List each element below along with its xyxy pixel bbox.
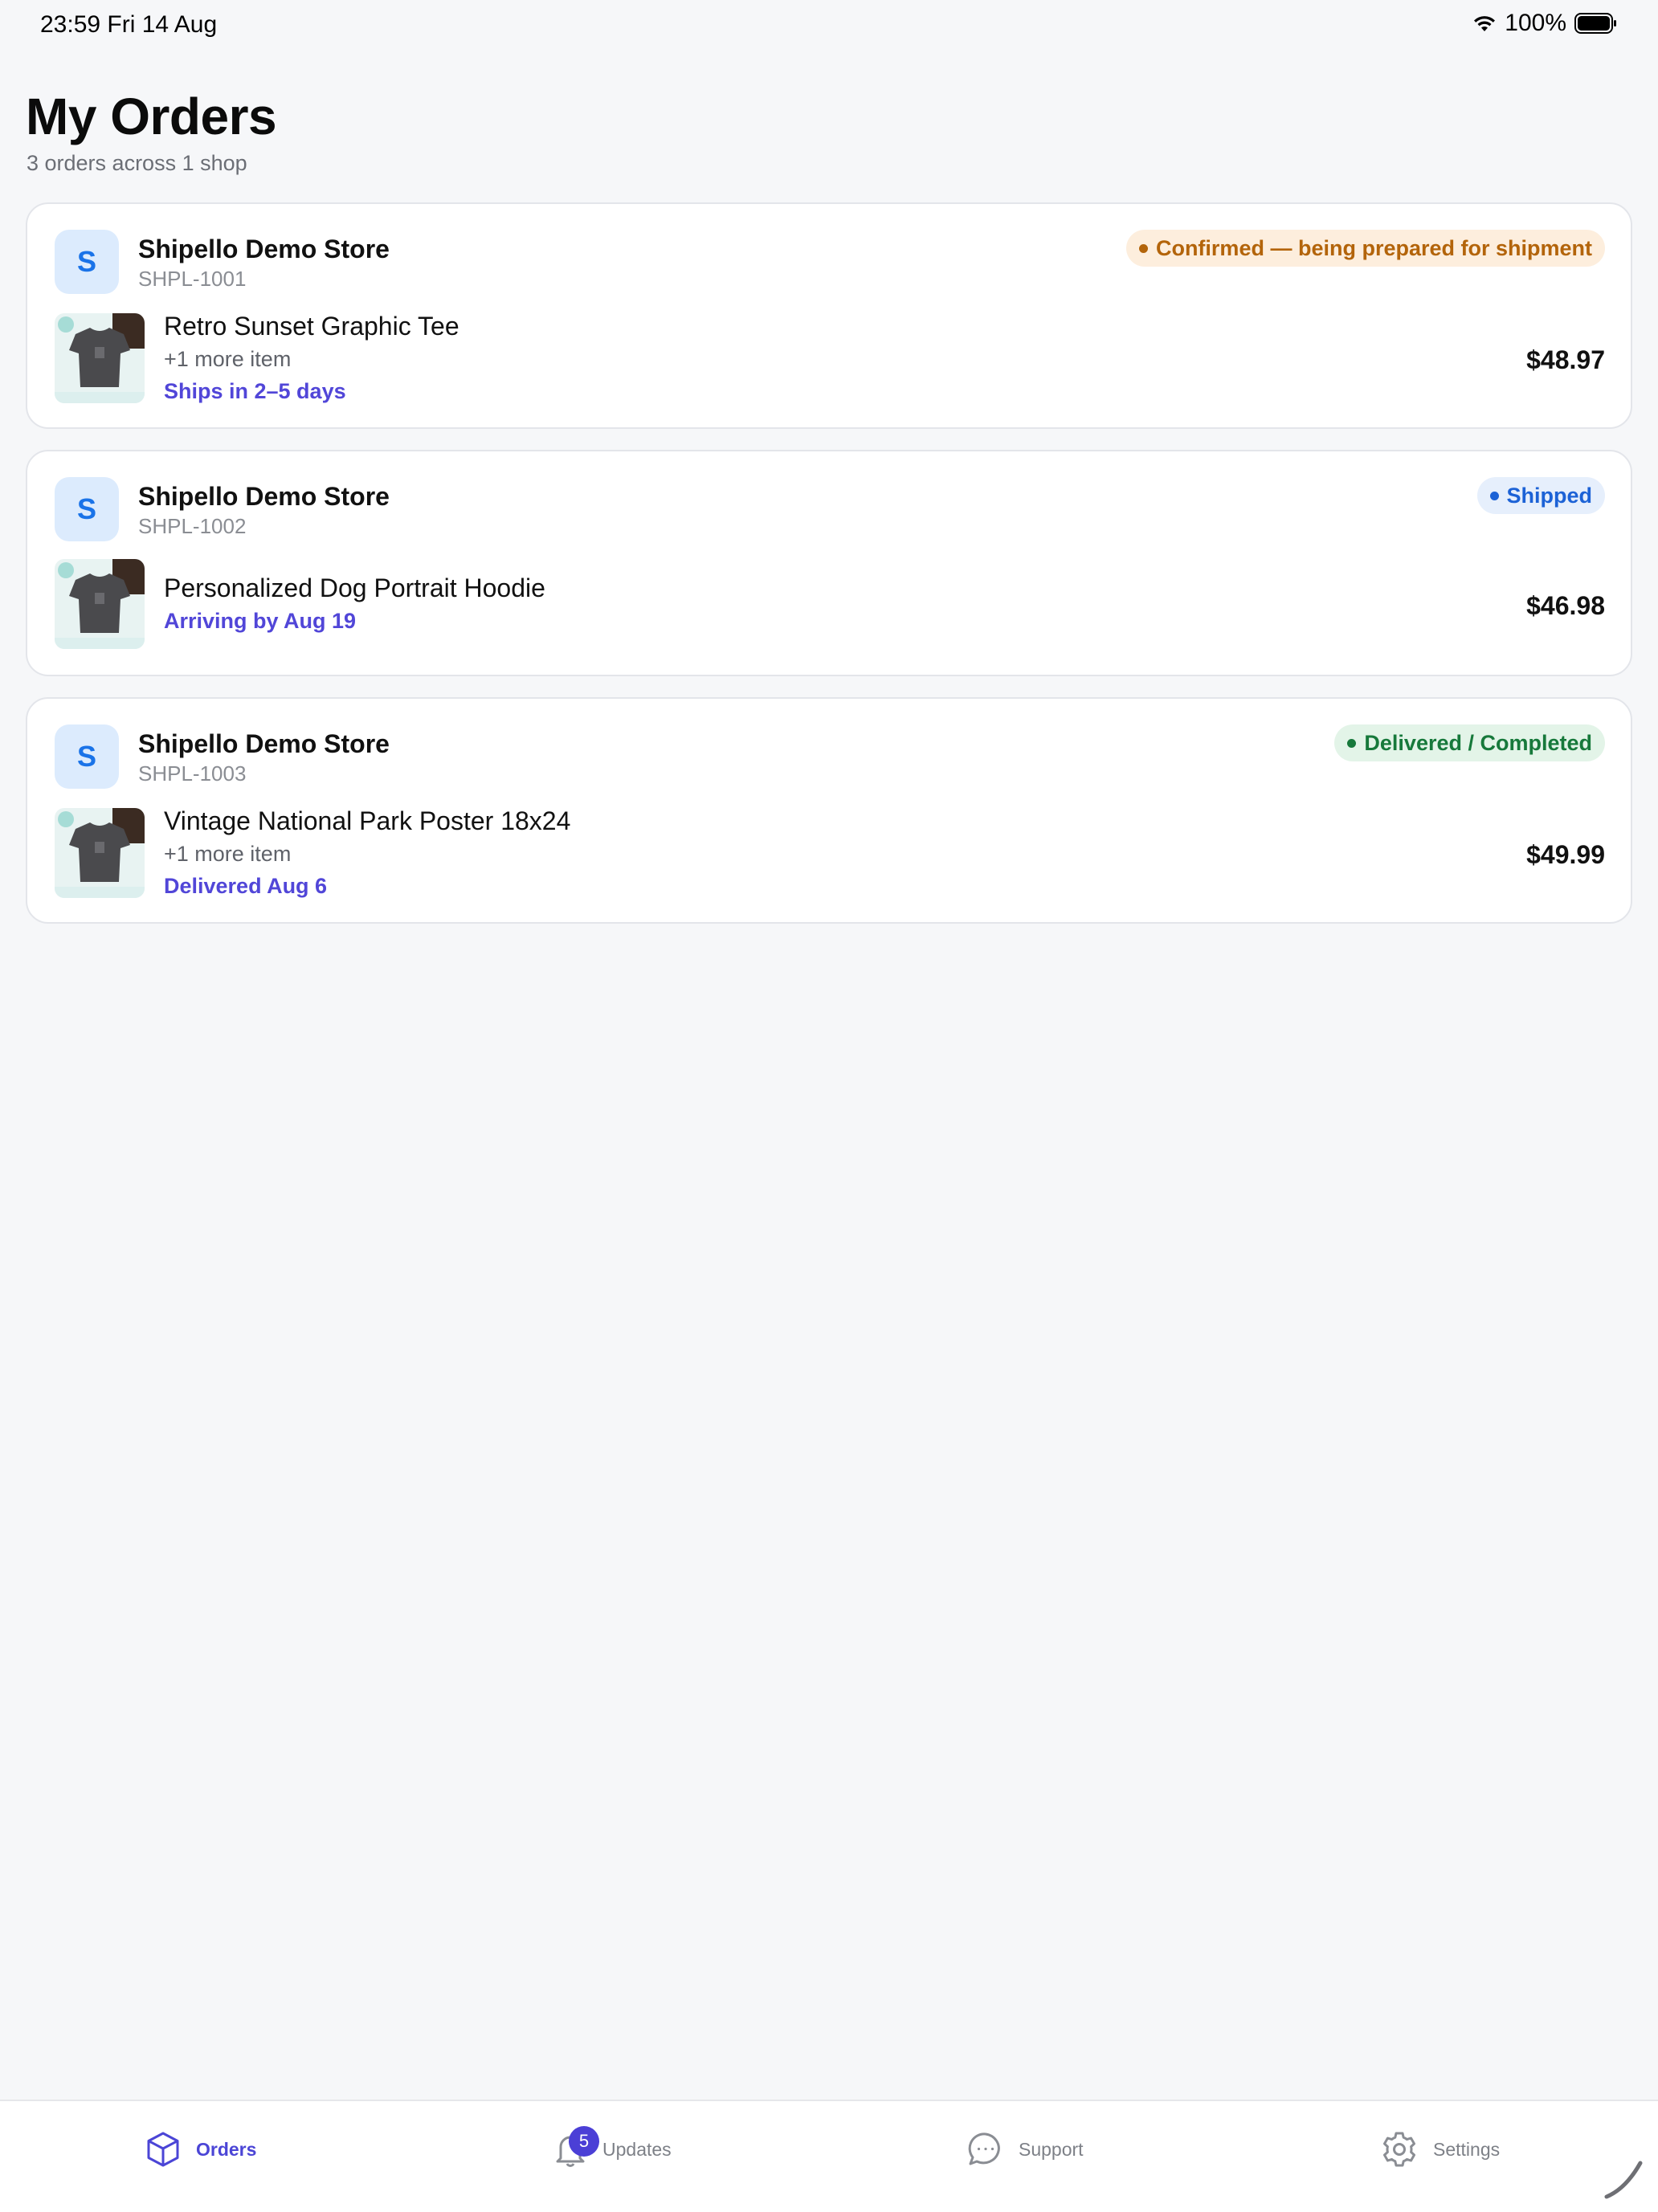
order-id: SHPL-1003 [138, 761, 247, 786]
page-subtitle: 3 orders across 1 shop [27, 151, 247, 175]
tab-label: Settings [1433, 2138, 1501, 2160]
status-dot [1489, 491, 1499, 500]
status-dot [1347, 738, 1357, 748]
tab-bar: Orders 5 Updates Support Settings [0, 2100, 1658, 2212]
status-badge: Confirmed — being prepared for shipment [1125, 230, 1605, 267]
store-avatar: S [55, 477, 119, 541]
scribble-indicator-icon [1602, 2157, 1647, 2206]
tab-label: Updates [602, 2138, 672, 2160]
tab-support[interactable]: Support [967, 2124, 1084, 2175]
status-badge: Shipped [1476, 477, 1605, 514]
delivery-info: Delivered Aug 6 [164, 874, 328, 898]
box-icon [145, 2131, 182, 2168]
status-badge: Delivered / Completed [1334, 724, 1605, 761]
status-dot [1138, 243, 1148, 253]
product-thumbnail [55, 559, 145, 649]
delivery-info: Arriving by Aug 19 [164, 609, 357, 633]
wifi-icon [1472, 14, 1497, 33]
order-id: SHPL-1001 [138, 267, 247, 291]
store-name: Shipello Demo Store [138, 482, 390, 511]
store-name: Shipello Demo Store [138, 729, 390, 758]
more-items: +1 more item [164, 842, 292, 866]
order-card[interactable]: S Shipello Demo Store SHPL-1002 Shipped … [26, 450, 1632, 676]
delivery-info: Ships in 2–5 days [164, 379, 346, 403]
tab-label: Support [1019, 2138, 1084, 2160]
status-bar: 23:59 Fri 14 Aug 100% [0, 0, 1658, 51]
tab-updates[interactable]: 5 Updates [553, 2124, 672, 2175]
status-indicators: 100% [1472, 10, 1618, 37]
order-id: SHPL-1002 [138, 514, 247, 538]
product-thumbnail [55, 808, 145, 898]
order-card[interactable]: S Shipello Demo Store SHPL-1001 Confirme… [26, 202, 1632, 429]
product-name: Vintage National Park Poster 18x24 [164, 806, 571, 835]
order-price: $48.97 [1526, 345, 1605, 374]
gear-icon [1380, 2130, 1419, 2169]
tab-orders[interactable]: Orders [145, 2124, 256, 2175]
status-time: 23:59 Fri 14 Aug [40, 11, 218, 38]
order-price: $46.98 [1526, 591, 1605, 620]
status-text: Shipped [1506, 483, 1593, 508]
notification-badge: 5 [569, 2126, 599, 2157]
tab-settings[interactable]: Settings [1380, 2124, 1500, 2175]
more-items: +1 more item [164, 347, 292, 371]
battery-percentage: 100% [1505, 10, 1566, 36]
status-text: Confirmed — being prepared for shipment [1155, 235, 1592, 260]
tab-label: Orders [196, 2138, 257, 2160]
product-name: Personalized Dog Portrait Hoodie [164, 573, 545, 602]
page-title: My Orders [26, 88, 277, 145]
status-text: Delivered / Completed [1364, 730, 1592, 755]
battery-icon [1574, 13, 1618, 34]
product-name: Retro Sunset Graphic Tee [164, 312, 459, 341]
store-avatar: S [55, 724, 119, 789]
order-price: $49.99 [1526, 840, 1605, 869]
chat-icon [967, 2131, 1004, 2168]
store-name: Shipello Demo Store [138, 235, 390, 263]
orders-list: S Shipello Demo Store SHPL-1001 Confirme… [26, 202, 1632, 945]
product-thumbnail [55, 313, 145, 403]
bell-icon: 5 [553, 2126, 599, 2168]
order-card[interactable]: S Shipello Demo Store SHPL-1003 Delivere… [26, 697, 1632, 924]
store-avatar: S [55, 230, 119, 294]
